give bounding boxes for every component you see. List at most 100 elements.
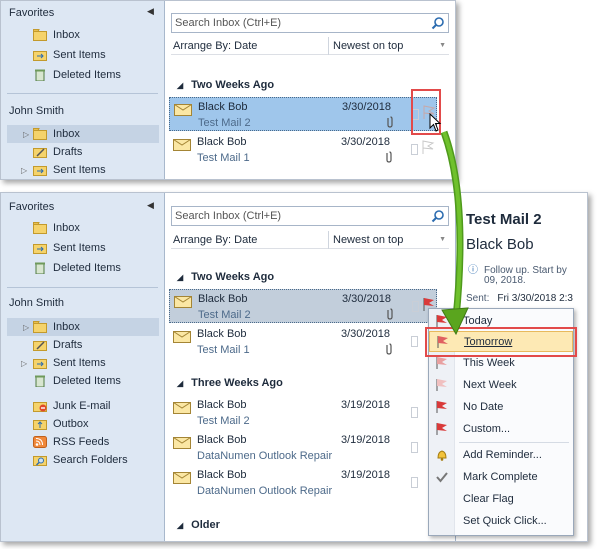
screenshot-before: Favorites ◀ Inbox Sent Items Deleted Ite… — [0, 0, 456, 180]
category-box[interactable] — [411, 144, 418, 155]
menu-label: Next Week — [463, 379, 517, 391]
menu-label: Clear Flag — [463, 493, 514, 505]
collapse-pane-icon[interactable]: ◀ — [147, 6, 154, 17]
mail-item[interactable]: Black Bob 3/30/2018 Test Mail 1 — [169, 133, 437, 167]
expand-triangle-icon[interactable]: ▷ — [23, 126, 29, 144]
menu-item-add-reminder[interactable]: Add Reminder... — [429, 445, 573, 466]
nav-label: Outbox — [53, 418, 89, 430]
chevron-down-icon: ▼ — [439, 42, 446, 49]
mail-item[interactable]: Black Bob 3/30/2018 Test Mail 2 — [169, 97, 437, 131]
favorites-header[interactable]: Favorites — [9, 201, 54, 213]
flag-pink-icon — [436, 379, 447, 391]
menu-item-next-week[interactable]: Next Week — [429, 375, 573, 396]
favorites-header[interactable]: Favorites — [9, 7, 54, 19]
account-header[interactable]: John Smith — [9, 105, 64, 117]
nav-separator — [7, 93, 158, 94]
mail-item[interactable]: Black Bob 3/19/2018 DataNumen Outlook Re… — [169, 466, 437, 500]
arrange-by-button[interactable]: Arrange By: Date — [173, 234, 257, 246]
collapse-pane-icon[interactable]: ◀ — [147, 200, 154, 211]
nav-favorites-sent-items[interactable]: Sent Items — [31, 239, 161, 257]
inbox-folder-icon — [33, 128, 47, 140]
expand-triangle-icon[interactable]: ▷ — [21, 355, 27, 373]
mail-item[interactable]: Black Bob 3/19/2018 Test Mail 2 — [169, 396, 437, 430]
nav-account-drafts[interactable]: Drafts — [31, 143, 161, 161]
menu-label: Custom... — [463, 423, 511, 435]
sent-folder-icon — [33, 359, 47, 369]
mail-date: 3/30/2018 — [341, 328, 390, 340]
sent-value: Fri 3/30/2018 2:3 — [497, 293, 573, 304]
menu-item-no-date[interactable]: No Date — [429, 397, 573, 418]
nav-label: Inbox — [53, 29, 80, 41]
envelope-icon — [173, 402, 191, 414]
nav-favorites-deleted-items[interactable]: Deleted Items — [31, 66, 161, 84]
nav-account-sent-items[interactable]: ▷ Sent Items — [21, 354, 161, 372]
envelope-icon — [174, 296, 192, 308]
navigation-pane: Favorites ◀ Inbox Sent Items Deleted Ite… — [1, 193, 165, 541]
menu-item-mark-complete[interactable]: Mark Complete — [429, 467, 573, 488]
nav-account-rss-feeds[interactable]: RSS Feeds — [31, 433, 161, 451]
message-list: Search Inbox (Ctrl+E) Arrange By: Date N… — [167, 193, 453, 541]
nav-account-drafts[interactable]: Drafts — [31, 336, 161, 354]
group-header[interactable]: ◢ Two Weeks Ago — [177, 79, 274, 91]
category-box[interactable] — [411, 442, 418, 453]
group-label: Two Weeks Ago — [191, 271, 275, 283]
search-placeholder: Search Inbox (Ctrl+E) — [175, 210, 282, 222]
menu-item-set-quick-click[interactable]: Set Quick Click... — [429, 511, 573, 532]
search-input[interactable]: Search Inbox (Ctrl+E) — [171, 206, 449, 226]
mail-date: 3/19/2018 — [341, 469, 390, 481]
mail-subject: DataNumen Outlook Repair — [197, 485, 333, 497]
rss-feed-icon — [33, 436, 47, 448]
menu-label: Mark Complete — [463, 471, 538, 483]
sort-order-button[interactable]: Newest on top ▼ — [328, 231, 446, 249]
nav-account-junk-email[interactable]: Junk E-mail — [31, 397, 161, 415]
arrange-by-button[interactable]: Arrange By: Date — [173, 40, 257, 52]
checkmark-icon — [436, 472, 448, 483]
envelope-icon — [173, 437, 191, 449]
menu-item-clear-flag[interactable]: Clear Flag — [429, 489, 573, 510]
nav-favorites-deleted-items[interactable]: Deleted Items — [31, 259, 161, 277]
expand-triangle-icon[interactable]: ▷ — [23, 319, 29, 337]
menu-item-custom[interactable]: Custom... — [429, 419, 573, 440]
search-folder-icon — [33, 456, 47, 466]
search-input[interactable]: Search Inbox (Ctrl+E) — [171, 13, 449, 33]
nav-account-inbox[interactable]: ▷ Inbox — [7, 318, 159, 336]
nav-label: Junk E-mail — [53, 400, 111, 412]
collapse-triangle-icon[interactable]: ◢ — [177, 379, 183, 388]
nav-favorites-inbox[interactable]: Inbox — [31, 219, 161, 237]
flag-pink-icon — [436, 357, 447, 369]
group-header[interactable]: ◢ Three Weeks Ago — [177, 377, 283, 389]
arrange-bar: Arrange By: Date Newest on top ▼ — [171, 231, 449, 249]
mail-subject: Test Mail 2 — [197, 415, 250, 427]
group-label: Three Weeks Ago — [191, 377, 283, 389]
mail-subject: DataNumen Outlook Repair — [197, 450, 333, 462]
group-header[interactable]: ◢ Two Weeks Ago — [177, 271, 274, 283]
category-box[interactable] — [411, 407, 418, 418]
nav-account-outbox[interactable]: Outbox — [31, 415, 161, 433]
sort-order-button[interactable]: Newest on top ▼ — [328, 37, 446, 55]
group-label: Two Weeks Ago — [191, 79, 275, 91]
mail-item[interactable]: Black Bob 3/30/2018 Test Mail 2 — [169, 289, 437, 323]
mail-item[interactable]: Black Bob 3/19/2018 DataNumen Outlook Re… — [169, 431, 437, 465]
sort-order-label: Newest on top — [333, 40, 404, 52]
nav-favorites-inbox[interactable]: Inbox — [31, 26, 161, 44]
group-header[interactable]: ◢ Older — [177, 519, 220, 531]
follow-up-info: ⓘ Follow up. Start by — [468, 261, 567, 276]
search-icon[interactable] — [431, 16, 445, 30]
mail-item[interactable]: Black Bob 3/30/2018 Test Mail 1 — [169, 325, 437, 359]
nav-favorites-sent-items[interactable]: Sent Items — [31, 46, 161, 64]
follow-up-date: 09, 2018. — [484, 275, 526, 286]
nav-account-search-folders[interactable]: Search Folders — [31, 451, 161, 469]
nav-account-deleted-items[interactable]: Deleted Items — [31, 372, 161, 390]
nav-account-inbox[interactable]: ▷ Inbox — [7, 125, 159, 143]
category-box[interactable] — [411, 336, 418, 347]
account-header[interactable]: John Smith — [9, 297, 64, 309]
expand-triangle-icon[interactable]: ▷ — [21, 162, 27, 179]
nav-account-sent-items[interactable]: ▷ Sent Items — [21, 161, 161, 179]
collapse-triangle-icon[interactable]: ◢ — [177, 273, 183, 282]
category-box[interactable] — [411, 477, 418, 488]
menu-label: No Date — [463, 401, 504, 413]
menu-label: This Week — [463, 357, 515, 369]
collapse-triangle-icon[interactable]: ◢ — [177, 521, 183, 530]
collapse-triangle-icon[interactable]: ◢ — [177, 81, 183, 90]
category-box[interactable] — [412, 301, 419, 312]
